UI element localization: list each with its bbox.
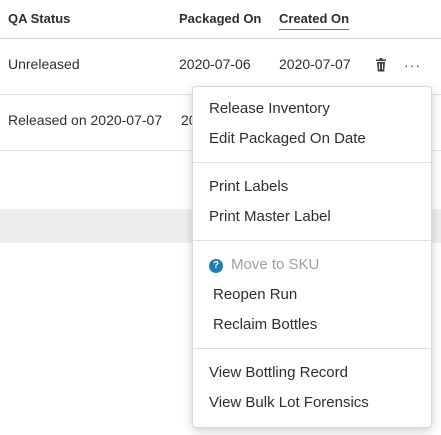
column-header-qa-status[interactable]: QA Status [8,11,70,26]
packaged-on-cell: 2020-07-06 [179,56,251,72]
column-header-created-on[interactable]: Created On [279,11,350,30]
menu-item-reopen-run[interactable]: Reopen Run [213,286,297,303]
menu-item-edit-packaged-on-date[interactable]: Edit Packaged On Date [209,130,366,147]
menu-item-view-bottling-record[interactable]: View Bottling Record [209,364,348,381]
menu-item-print-labels[interactable]: Print Labels [209,178,288,195]
trash-icon[interactable] [376,58,386,72]
row-actions-menu: Release Inventory Edit Packaged On Date … [192,86,432,428]
menu-item-reclaim-bottles[interactable]: Reclaim Bottles [213,316,317,333]
qa-status-cell: Released on 2020-07-07 [8,112,163,128]
column-header-packaged-on[interactable]: Packaged On [179,11,261,26]
table-header: QA Status Packaged On Created On [0,0,441,39]
help-icon[interactable]: ? [209,259,223,273]
menu-item-print-master-label[interactable]: Print Master Label [209,208,331,225]
menu-item-move-to-sku: ? Move to SKU [209,256,319,273]
menu-item-move-to-sku-label: Move to SKU [231,256,320,273]
more-horizontal-icon[interactable]: ··· [404,57,421,73]
menu-divider [193,240,431,241]
created-on-cell: 2020-07-07 [279,56,351,72]
menu-divider [193,348,431,349]
menu-item-view-bulk-lot-forensics[interactable]: View Bulk Lot Forensics [209,394,369,411]
qa-status-cell: Unreleased [8,56,80,72]
menu-item-release-inventory[interactable]: Release Inventory [209,100,330,117]
menu-divider [193,162,431,163]
